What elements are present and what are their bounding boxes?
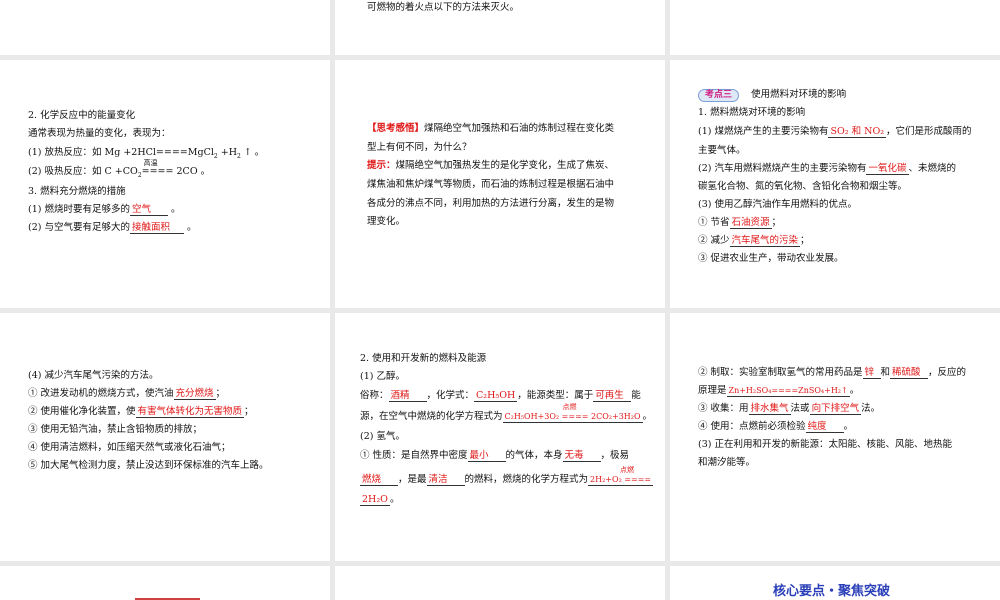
heading: 2. 化学反应中的能量变化: [28, 110, 136, 121]
slide-new-fuels[interactable]: 2. 使用和开发新的燃料及能源 (1) 乙醇。 俗称： 酒精 ，化学式： C₂H₅OH…: [335, 313, 665, 561]
fill-line: ① 改进发动机的燃烧方式，使汽油 充分燃烧；: [28, 388, 226, 400]
fill-line: ① 性质：是自然界中密度 最小 的气体，本身 无毒 ，极易: [360, 450, 630, 462]
slide-environment[interactable]: 考点三 使用燃料对环境的影响 1. 燃料燃烧对环境的影响 (1) 煤燃烧产生的主…: [670, 60, 1000, 308]
slide-top-left[interactable]: [0, 0, 330, 55]
slide-think[interactable]: 【思考感悟】煤隔绝空气加强热和石油的炼制过程在变化类 型上有何不同，为什么？ 提…: [335, 60, 665, 308]
heading: (4) 减少汽车尾气污染的方法。: [28, 370, 159, 381]
badge: 考点三: [698, 89, 740, 102]
fill-line: ② 制取：实验室制取氢气的常用药品是锌和稀硫酸 ，反应的: [698, 367, 967, 379]
slide-top-right[interactable]: [670, 0, 1000, 55]
slide-bottom-left[interactable]: [0, 566, 330, 600]
fill-line: (1) 煤燃烧产生的主要污染物有 SO₂ 和 NO₂ ，它们是形成酸雨的: [698, 126, 972, 138]
question-line: 【思考感悟】煤隔绝空气加强热和石油的炼制过程在变化类: [367, 123, 615, 134]
equation-line: (2) 吸热反应：如 C +CO2 高温 ==== 2CO 。: [28, 159, 211, 179]
answer-line: 理变化。: [367, 216, 406, 227]
answer: 充分燃烧: [173, 388, 216, 400]
fill-line: ④ 使用：点燃前必须检验 纯度。: [698, 421, 854, 433]
fill-line: 源，在空气中燃烧的化学方程式为 点燃 C₂H₅OH+3O₂ ==== 2CO₂+3H…: [360, 403, 653, 423]
slide-bottom-right[interactable]: 核心要点・聚焦突破: [670, 566, 1000, 600]
fill-line: (2) 与空气要有足够大的 接触面积 。: [28, 222, 197, 234]
fill-line: ② 减少 汽车尾气的污染；: [698, 235, 810, 247]
slide-energy-change[interactable]: 2. 化学反应中的能量变化 通常表现为热量的变化，表现为： (1) 放热反应：如…: [0, 60, 330, 308]
fill-line: (1) 燃烧时要有足够多的 空气 。: [28, 204, 181, 216]
fill-line: 燃烧 ，是最 清洁 的燃料，燃烧的化学方程式为 点燃 2H₂+O₂ ====: [360, 466, 654, 486]
answer-line: 各成分的沸点不同，利用加热的方法进行分离，发生的是物: [367, 198, 615, 209]
heading: 3. 燃料充分燃烧的措施: [28, 186, 126, 197]
text-line: 碳氢化合物、氮的氧化物、含铅化合物和烟尘等。: [698, 181, 908, 192]
tag-label: 【思考感悟】: [367, 123, 425, 134]
answer: 接触面积: [129, 222, 184, 234]
answer: 汽车尾气的污染: [729, 235, 801, 247]
slide-bottom-middle[interactable]: [335, 566, 665, 600]
slide-exhaust[interactable]: (4) 减少汽车尾气污染的方法。 ① 改进发动机的燃烧方式，使汽油 充分燃烧； ②…: [0, 313, 330, 561]
fill-line: (2) 汽车用燃料燃烧产生的主要污染物有 一氧化碳 、未燃烧的: [698, 163, 957, 175]
section-header: 考点三 使用燃料对环境的影响: [698, 88, 846, 102]
heading: 1. 燃料燃烧对环境的影响: [698, 107, 806, 118]
text-line: 主要气体。: [698, 145, 746, 156]
answer-line: 提示：煤隔绝空气加强热发生的是化学变化，生成了焦炭、: [367, 160, 615, 171]
answer-line: 煤焦油和焦炉煤气等物质，而石油的炼制过程是根据石油中: [367, 179, 615, 190]
heading: 2. 使用和开发新的燃料及能源: [360, 353, 487, 364]
fill-line: ① 节省 石油资源；: [698, 217, 782, 229]
text-line: 通常表现为热量的变化，表现为：: [28, 128, 171, 139]
question-line: 型上有何不同，为什么？: [367, 142, 472, 153]
fill-line: 2H₂O。: [360, 494, 400, 506]
slide-hydrogen[interactable]: ② 制取：实验室制取氢气的常用药品是锌和稀硫酸 ，反应的 原理是 Zn+H₂SO₄=…: [670, 313, 1000, 561]
text-line: ③ 促进农业生产，带动农业发展。: [698, 253, 844, 264]
answer: 空气: [129, 204, 168, 216]
answer: SO₂ 和 NO₂: [828, 126, 887, 138]
fill-line: ③ 收集：用 排水集气 法或 向下排空气 法。: [698, 403, 881, 415]
slide-top-middle[interactable]: 可燃物的着火点以下的方法来灭火。: [335, 0, 665, 55]
answer: 石油资源: [729, 217, 772, 229]
answer: 有害气体转化为无害物质: [135, 406, 245, 418]
text-line: (1) 乙醇。: [360, 371, 405, 382]
section-banner: 核心要点・聚焦突破: [773, 584, 891, 599]
answer: 一氧化碳: [866, 163, 909, 175]
text-line: ③ 使用无铅汽油，禁止含铅物质的排放；: [28, 424, 203, 435]
text-line: (3) 正在利用和开发的新能源：太阳能、核能、风能、地热能: [698, 439, 952, 450]
fill-line: 原理是 Zn+H₂SO₄====ZnSO₄+H₂↑。: [698, 385, 860, 397]
text-line: ④ 使用清洁燃料，如压缩天然气或液化石油气；: [28, 442, 231, 453]
fill-line: 俗称： 酒精 ，化学式： C₂H₅OH ，能源类型：属于 可再生能: [360, 390, 641, 402]
fill-line: ② 使用催化净化装置，使 有害气体转化为无害物质；: [28, 406, 254, 418]
text-line: ⑤ 加大尾气检测力度，禁止没达到环保标准的汽车上路。: [28, 460, 269, 471]
text-line: (2) 氢气。: [360, 431, 405, 442]
text-line: 和潮汐能等。: [698, 457, 756, 468]
text-line: 可燃物的着火点以下的方法来灭火。: [367, 2, 520, 13]
text-line: (3) 使用乙醇汽油作车用燃料的优点。: [698, 199, 857, 210]
